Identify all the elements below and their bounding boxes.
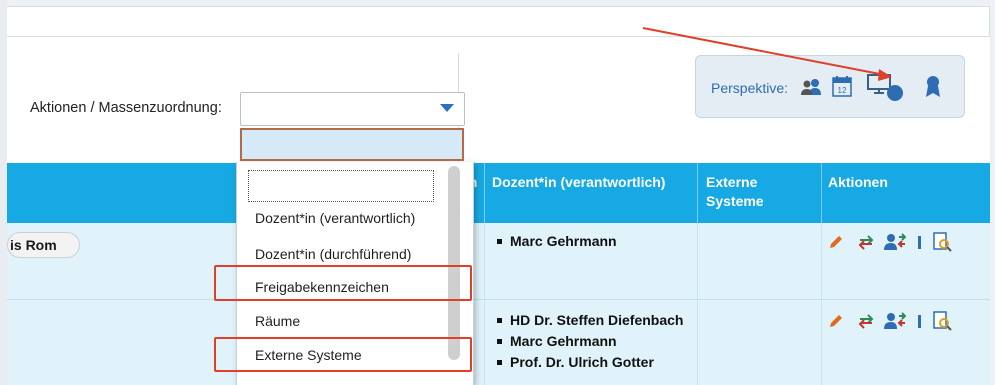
- assign-users-icon[interactable]: [884, 233, 906, 251]
- list-item: Marc Gehrmann: [492, 231, 692, 252]
- annotation-highlight-externe: [214, 337, 472, 372]
- column-header-aktionen[interactable]: Aktionen: [828, 173, 888, 192]
- column-header-externe[interactable]: Externe Systeme: [706, 173, 786, 211]
- annotation-highlight-freigabe: [214, 265, 472, 301]
- info-icon[interactable]: [918, 236, 921, 249]
- dozent-list: HD Dr. Steffen Diefenbach Marc Gehrmann …: [492, 310, 692, 373]
- dozent-name: HD Dr. Steffen Diefenbach: [510, 312, 684, 328]
- list-item: Marc Gehrmann: [492, 331, 692, 352]
- dozent-name: Marc Gehrmann: [510, 233, 617, 249]
- transfer-icon[interactable]: [856, 232, 876, 252]
- list-item: Prof. Dr. Ulrich Gotter: [492, 352, 692, 373]
- column-divider: [697, 163, 698, 223]
- info-icon[interactable]: [918, 315, 921, 328]
- column-divider: [697, 223, 698, 385]
- edit-icon[interactable]: [828, 234, 844, 250]
- column-divider: [821, 223, 822, 385]
- document-search-icon[interactable]: [932, 311, 952, 331]
- assign-users-icon[interactable]: [884, 312, 906, 330]
- column-divider: [484, 223, 485, 385]
- dozent-name: Marc Gehrmann: [510, 333, 617, 349]
- column-header-dozent[interactable]: Dozent*in (verantwortlich): [492, 173, 697, 192]
- room-badge[interactable]: is Rom: [7, 232, 80, 258]
- edit-icon[interactable]: [828, 313, 844, 329]
- dozent-list: Marc Gehrmann: [492, 231, 692, 252]
- dozent-name: Prof. Dr. Ulrich Gotter: [510, 354, 654, 370]
- transfer-icon[interactable]: [856, 311, 876, 331]
- dropdown-option-raeume[interactable]: Räume: [255, 313, 300, 329]
- dropdown-scrollbar[interactable]: [448, 166, 460, 360]
- dropdown-option-dozent-verantwortlich[interactable]: Dozent*in (verantwortlich): [255, 210, 415, 226]
- column-divider: [821, 163, 822, 223]
- dropdown-option-empty[interactable]: [248, 170, 434, 202]
- dropdown-search-field[interactable]: [240, 128, 464, 161]
- column-divider: [484, 163, 485, 223]
- document-search-icon[interactable]: [932, 232, 952, 252]
- dropdown-option-dozent-durchfuehrend[interactable]: Dozent*in (durchführend): [255, 246, 411, 262]
- list-item: HD Dr. Steffen Diefenbach: [492, 310, 692, 331]
- table-header: [7, 163, 990, 223]
